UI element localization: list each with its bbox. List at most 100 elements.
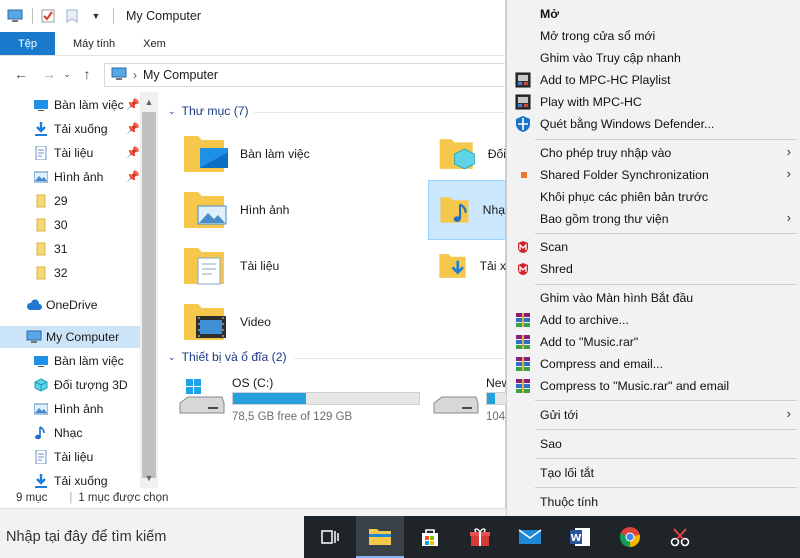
computer-icon [111, 67, 127, 84]
menu-item-shred[interactable]: Shred [507, 258, 800, 280]
group-divider [294, 358, 506, 359]
tab-view[interactable]: Xem [129, 32, 180, 55]
scrollbar-thumb[interactable] [142, 112, 156, 478]
folder-tile-documents[interactable]: Tài liệu [182, 238, 382, 294]
menu-item-compress-music-email[interactable]: Compress to "Music.rar" and email [507, 375, 800, 397]
nav-item-pc-pictures[interactable]: Hình ảnh [0, 398, 140, 420]
nav-label: 29 [54, 194, 68, 208]
breadcrumb-my-computer[interactable]: My Computer [143, 68, 218, 82]
svg-text:W: W [570, 533, 581, 544]
nav-label: OneDrive [46, 298, 98, 312]
folder-label: Đối [487, 147, 506, 161]
tab-computer[interactable]: Máy tính [55, 32, 129, 55]
nav-item-folder-30[interactable]: 30 [0, 214, 140, 236]
menu-item-open-new-window[interactable]: Mở trong cửa sổ mới [507, 25, 800, 47]
folder-icon [36, 194, 46, 208]
chrome-icon[interactable] [606, 516, 654, 558]
forward-arrow-icon[interactable]: → [38, 63, 60, 85]
nav-item-folder-31[interactable]: 31 [0, 238, 140, 260]
nav-item-pictures[interactable]: Hình ảnh 📌 [0, 166, 140, 188]
menu-item-play-mpc[interactable]: Play with MPC-HC [507, 91, 800, 113]
tab-file[interactable]: Tệp [0, 32, 55, 55]
folder-tile-desktop[interactable]: Bàn làm việc [182, 126, 382, 182]
drive-usage-fill [233, 393, 306, 404]
folder-tile-downloads[interactable]: Tải x [438, 238, 506, 294]
menu-item-add-archive[interactable]: Add to archive... [507, 309, 800, 331]
back-arrow-icon[interactable]: ← [10, 63, 32, 85]
pin-icon: 📌 [126, 99, 140, 111]
drive-label-new: New [486, 376, 506, 390]
menu-item-properties[interactable]: Thuộc tính [507, 491, 800, 513]
nav-label: Hình ảnh [54, 402, 104, 416]
nav-item-folder-32[interactable]: 32 [0, 262, 140, 284]
up-arrow-icon[interactable]: ↑ [76, 63, 98, 85]
computer-icon [26, 330, 42, 343]
winrar-icon [516, 379, 530, 393]
menu-item-compress-email[interactable]: Compress and email... [507, 353, 800, 375]
status-bar: 9 mục | 1 mục được chọn [0, 488, 506, 508]
nav-item-pc-downloads[interactable]: Tải xuống [0, 470, 140, 488]
mail-icon[interactable] [506, 516, 554, 558]
picture-icon [34, 403, 48, 415]
nav-item-pc-documents[interactable]: Tài liệu [0, 446, 140, 468]
folder-tile-pictures[interactable]: Hình ảnh [182, 182, 382, 238]
nav-item-onedrive[interactable]: OneDrive [0, 294, 140, 316]
nav-item-documents[interactable]: Tài liệu 📌 [0, 142, 140, 164]
file-explorer-icon[interactable] [356, 516, 404, 558]
menu-item-scan[interactable]: Scan [507, 236, 800, 258]
nav-item-my-computer[interactable]: My Computer [0, 326, 140, 348]
nav-item-folder-29[interactable]: 29 [0, 190, 140, 212]
breadcrumb-chevron-icon[interactable]: › [133, 68, 137, 82]
menu-item-add-music-rar[interactable]: Add to "Music.rar" [507, 331, 800, 353]
nav-label: Tài liệu [54, 450, 94, 464]
collapse-chevron-icon[interactable]: ⌄ [168, 352, 176, 363]
submenu-arrow-icon: › [786, 406, 791, 421]
menu-item-create-shortcut[interactable]: Tạo lối tắt [507, 462, 800, 484]
nav-label: Tải xuống [54, 474, 108, 488]
menu-item-copy[interactable]: Sao [507, 433, 800, 455]
pin-icon: 📌 [126, 123, 140, 135]
scroll-down-icon[interactable]: ▼ [140, 470, 158, 486]
new-folder-icon[interactable] [63, 7, 81, 25]
folder-tile-music[interactable]: Nhạ [428, 180, 506, 240]
menu-item-pin-start[interactable]: Ghim vào Màn hình Bắt đầu [507, 287, 800, 309]
submenu-arrow-icon: › [786, 210, 791, 225]
collapse-chevron-icon[interactable]: ⌄ [168, 106, 176, 117]
menu-item-shared-folder-sync[interactable]: Shared Folder Synchronization › [507, 164, 800, 186]
store-icon[interactable] [406, 516, 454, 558]
ribbon-tabs: Tệp Máy tính Xem [0, 32, 506, 56]
menu-item-add-mpc-playlist[interactable]: Add to MPC-HC Playlist [507, 69, 800, 91]
nav-item-downloads[interactable]: Tải xuống 📌 [0, 118, 140, 140]
menu-item-give-access[interactable]: Cho phép truy nhập vào › [507, 142, 800, 164]
folder-tile-video[interactable]: Video [182, 294, 382, 350]
folders-group-header[interactable]: ⌄ Thư mục (7) [168, 104, 249, 118]
nav-label: 30 [54, 218, 68, 232]
nav-label: Bàn làm việc [54, 354, 124, 368]
quick-access-dropdown-icon[interactable]: ▼ [87, 7, 105, 25]
menu-separator [535, 284, 797, 285]
properties-check-icon[interactable] [39, 7, 57, 25]
nav-item-pc-desktop[interactable]: Bàn làm việc [0, 350, 140, 372]
drive-free-c: 78,5 GB free of 129 GB [232, 411, 353, 423]
devices-group-header[interactable]: ⌄ Thiết bị và ổ đĩa (2) [168, 350, 287, 364]
menu-item-include-library[interactable]: Bao gồm trong thư viện › [507, 208, 800, 230]
address-bar[interactable]: › My Computer [104, 63, 506, 87]
nav-item-pc-3d-objects[interactable]: Đối tượng 3D [0, 374, 140, 396]
menu-item-pin-quick-access[interactable]: Ghim vào Truy cập nhanh [507, 47, 800, 69]
word-icon[interactable]: W [556, 516, 604, 558]
nav-scrollbar[interactable]: ▲ ▼ [140, 92, 158, 488]
gift-icon[interactable] [456, 516, 504, 558]
nav-item-desktop[interactable]: Bàn làm việc 📌 [0, 94, 140, 116]
menu-item-restore-versions[interactable]: Khôi phục các phiên bản trước [507, 186, 800, 208]
taskbar-search-box[interactable]: Nhập tại đây để tìm kiếm [0, 516, 304, 558]
scroll-up-icon[interactable]: ▲ [140, 94, 158, 110]
folder-tile-3d-objects[interactable]: Đối [438, 126, 506, 182]
snipping-tool-icon[interactable] [656, 516, 704, 558]
menu-item-open[interactable]: Mở [507, 3, 800, 25]
menu-item-defender-scan[interactable]: Quét bằng Windows Defender... [507, 113, 800, 135]
menu-item-send-to[interactable]: Gửi tới › [507, 404, 800, 426]
task-view-icon[interactable] [306, 516, 354, 558]
nav-item-pc-music[interactable]: Nhạc [0, 422, 140, 444]
download-icon [35, 474, 47, 488]
recent-locations-chevron-icon[interactable]: ⌄ [60, 63, 74, 85]
